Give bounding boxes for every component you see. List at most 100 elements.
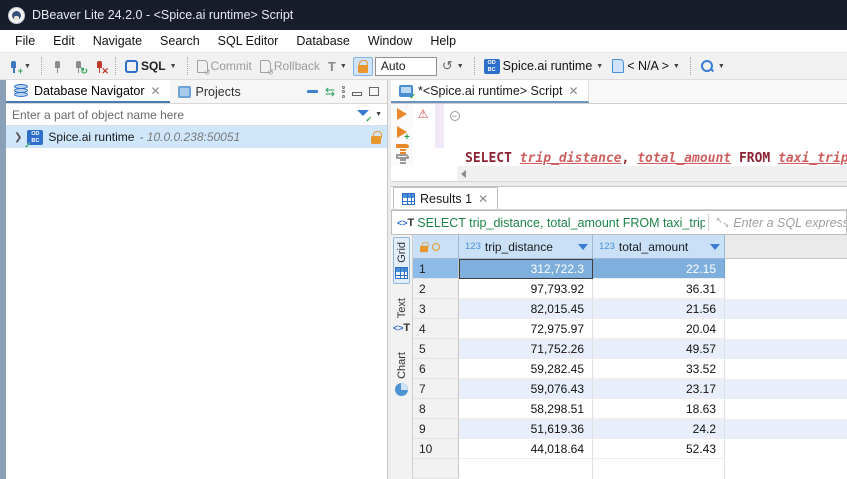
cell-trip-distance[interactable]: 72,975.97 xyxy=(459,319,593,339)
cell-total-amount[interactable]: 52.43 xyxy=(593,439,725,459)
row-number-cell[interactable]: 2 xyxy=(413,279,459,299)
menu-help[interactable]: Help xyxy=(421,31,465,51)
row-number-cell[interactable]: 10 xyxy=(413,439,459,459)
table-row[interactable]: 472,975.9720.04 xyxy=(413,319,847,339)
filter-funnel-icon[interactable] xyxy=(357,109,370,121)
table-row[interactable]: 382,015.4521.56 xyxy=(413,299,847,319)
sort-desc-icon[interactable] xyxy=(578,244,588,250)
results-filter-bar[interactable]: <>T SELECT trip_distance, total_amount F… xyxy=(391,210,847,235)
new-connection-button[interactable]: + ▼ xyxy=(4,58,35,75)
menu-search[interactable]: Search xyxy=(151,31,209,51)
active-database-selector[interactable]: < N/A > ▼ xyxy=(609,57,684,75)
maximize-panel-icon[interactable] xyxy=(369,87,379,96)
menu-file[interactable]: File xyxy=(6,31,44,51)
cell-trip-distance[interactable]: 44,018.64 xyxy=(459,439,593,459)
search-button[interactable]: ▼ xyxy=(697,57,729,75)
tab-sql-script[interactable]: *<Spice.ai runtime> Script ✕ xyxy=(391,80,589,103)
menu-database[interactable]: Database xyxy=(287,31,359,51)
collapse-block-icon[interactable]: − xyxy=(450,111,460,121)
reconnect-button[interactable]: ↻ xyxy=(69,58,88,75)
tab-database-navigator[interactable]: Database Navigator ✕ xyxy=(6,80,170,103)
transaction-mode-button[interactable]: T ▼ xyxy=(325,57,351,76)
disconnect-button[interactable]: ✕ xyxy=(90,58,109,75)
link-with-editor-icon[interactable]: ⇆ xyxy=(325,87,335,97)
cell-trip-distance[interactable]: 71,752.26 xyxy=(459,339,593,359)
commit-mode-combobox[interactable]: Auto xyxy=(375,57,437,76)
cell-trip-distance[interactable]: 312,722.3 xyxy=(459,259,593,279)
view-tab-grid[interactable]: Grid xyxy=(393,237,410,284)
cell-trip-distance[interactable]: 97,793.92 xyxy=(459,279,593,299)
sql-editor-button[interactable]: SQL ▼ xyxy=(122,57,181,75)
row-number-cell[interactable]: 1 xyxy=(413,259,459,279)
table-row[interactable]: 951,619.3624.2 xyxy=(413,419,847,439)
sql-code[interactable]: SELECT trip_distance, total_amount FROM … xyxy=(463,104,847,166)
expand-chevron-icon[interactable]: ❯ xyxy=(14,132,22,143)
expand-panel-icon[interactable] xyxy=(716,216,729,229)
scroll-left-icon[interactable] xyxy=(461,170,466,178)
transaction-log-button[interactable]: ↺ ▼ xyxy=(439,56,468,76)
collapse-all-icon[interactable] xyxy=(307,90,318,93)
hscroll-track[interactable] xyxy=(457,166,847,181)
table-row[interactable]: 759,076.4323.17 xyxy=(413,379,847,399)
menu-edit[interactable]: Edit xyxy=(44,31,84,51)
cell-total-amount[interactable]: 23.17 xyxy=(593,379,725,399)
cell-total-amount[interactable]: 49.57 xyxy=(593,339,725,359)
column-header-total-amount[interactable]: 123 total_amount xyxy=(593,235,725,259)
connect-button[interactable] xyxy=(48,58,67,75)
table-row[interactable]: 297,793.9236.31 xyxy=(413,279,847,299)
cell-trip-distance[interactable]: 82,015.45 xyxy=(459,299,593,319)
cell-total-amount[interactable]: 33.52 xyxy=(593,359,725,379)
cell-total-amount[interactable]: 22.15 xyxy=(593,259,725,279)
menu-window[interactable]: Window xyxy=(359,31,421,51)
table-row[interactable]: 858,298.5118.63 xyxy=(413,399,847,419)
connection-tree-item[interactable]: ❯ ODBC Spice.ai runtime - 10.0.0.238:500… xyxy=(6,126,387,148)
table-row[interactable]: 659,282.4533.52 xyxy=(413,359,847,379)
row-number-cell[interactable]: 9 xyxy=(413,419,459,439)
view-menu-icon[interactable] xyxy=(342,86,345,98)
sort-icon[interactable] xyxy=(710,244,720,250)
cell-trip-distance[interactable]: 59,282.45 xyxy=(459,359,593,379)
view-tab-chart[interactable]: Chart xyxy=(394,348,409,400)
sql-expression-placeholder[interactable]: Enter a SQL expression to xyxy=(733,216,846,230)
row-number-cell[interactable]: 5 xyxy=(413,339,459,359)
cell-total-amount[interactable]: 20.04 xyxy=(593,319,725,339)
close-icon[interactable]: ✕ xyxy=(477,192,489,206)
column-header-trip-distance[interactable]: 123 trip_distance xyxy=(459,235,593,259)
row-number-cell[interactable]: 8 xyxy=(413,399,459,419)
cell-total-amount[interactable]: 24.2 xyxy=(593,419,725,439)
close-icon[interactable]: ✕ xyxy=(568,84,580,98)
table-row[interactable]: 1044,018.6452.43 xyxy=(413,439,847,459)
execute-new-tab-icon[interactable] xyxy=(397,126,407,138)
cell-total-amount[interactable]: 18.63 xyxy=(593,399,725,419)
table-row[interactable]: 571,752.2649.57 xyxy=(413,339,847,359)
commit-button[interactable]: Commit xyxy=(194,57,255,75)
cell-trip-distance[interactable]: 59,076.43 xyxy=(459,379,593,399)
close-icon[interactable]: ✕ xyxy=(149,84,161,98)
row-number-cell[interactable]: 3 xyxy=(413,299,459,319)
object-filter-input[interactable] xyxy=(12,108,357,122)
sql-editor-area[interactable]: ⚠ − SELECT trip_distance, total_amount F… xyxy=(391,104,847,166)
row-number-cell[interactable]: 4 xyxy=(413,319,459,339)
tab-results-1[interactable]: Results 1 ✕ xyxy=(393,187,498,209)
cell-trip-distance[interactable]: 58,298.51 xyxy=(459,399,593,419)
table-row[interactable]: 1312,722.322.15 xyxy=(413,259,847,279)
minimize-panel-icon[interactable] xyxy=(352,92,362,96)
editor-hscrollbar[interactable] xyxy=(391,166,847,181)
active-connection-selector[interactable]: ODBC Spice.ai runtime ▼ xyxy=(481,57,608,76)
cell-trip-distance[interactable]: 51,619.36 xyxy=(459,419,593,439)
chevron-down-icon[interactable]: ▼ xyxy=(374,111,383,118)
menu-sql-editor[interactable]: SQL Editor xyxy=(209,31,288,51)
menu-navigate[interactable]: Navigate xyxy=(84,31,151,51)
table-corner-cell[interactable] xyxy=(413,235,459,259)
execute-script-icon[interactable] xyxy=(396,144,409,148)
cell-total-amount[interactable]: 36.31 xyxy=(593,279,725,299)
view-tab-text[interactable]: Text <>T xyxy=(392,294,411,338)
row-number-cell[interactable]: 6 xyxy=(413,359,459,379)
row-number-cell[interactable]: 7 xyxy=(413,379,459,399)
transaction-lock-toggle[interactable] xyxy=(353,57,373,76)
explain-plan-icon[interactable] xyxy=(396,154,409,158)
cell-total-amount[interactable]: 21.56 xyxy=(593,299,725,319)
tab-projects[interactable]: Projects xyxy=(170,80,249,103)
rollback-button[interactable]: Rollback xyxy=(257,57,323,75)
execute-statement-icon[interactable] xyxy=(397,108,407,120)
